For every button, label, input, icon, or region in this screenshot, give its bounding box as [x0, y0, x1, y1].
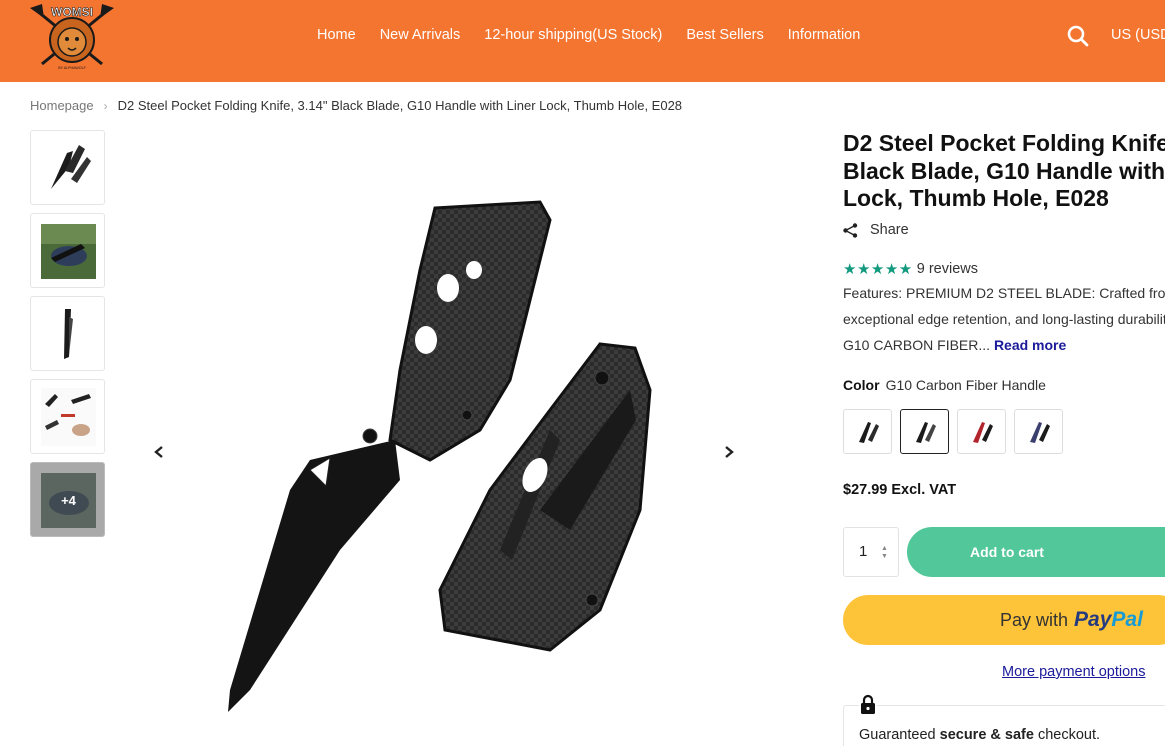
review-count: 9 reviews [916, 261, 978, 277]
quantity-value[interactable]: 1 [859, 543, 867, 560]
title-line-2: Black Blade, G10 Handle with [843, 157, 1165, 184]
add-to-cart-button[interactable]: Add to cart [907, 527, 1165, 577]
more-images-label: +4 [61, 493, 76, 508]
secure-suffix: checkout. [1033, 727, 1101, 743]
desc-line-2: exceptional edge retention, and long-las… [843, 311, 1165, 327]
breadcrumb: Homepage › D2 Steel Pocket Folding Knife… [30, 98, 682, 113]
product-description: Features: PREMIUM D2 STEEL BLADE: Crafte… [843, 280, 1165, 358]
star-rating-icon: ★★★★★ [843, 261, 913, 278]
color-swatches [843, 409, 1071, 454]
product-price: $27.99 Excl. VAT [843, 482, 957, 498]
main-nav: Home New Arrivals 12-hour shipping(US St… [317, 27, 884, 43]
search-icon[interactable] [1066, 24, 1090, 48]
nav-information[interactable]: Information [788, 27, 861, 43]
color-option-row: Color G10 Carbon Fiber Handle [843, 377, 1046, 393]
swatch-red[interactable] [957, 409, 1006, 454]
logo-subtext: BY ALPHAWOLF [58, 66, 86, 70]
swatch-black[interactable] [843, 409, 892, 454]
more-payment-options-link[interactable]: More payment options [1002, 664, 1145, 680]
thumbnail-2[interactable] [30, 213, 105, 288]
main-product-image[interactable] [130, 130, 760, 746]
paypal-prefix: Pay with [1000, 609, 1069, 630]
share-button[interactable]: Share [843, 222, 909, 238]
thumbnail-1[interactable] [30, 130, 105, 205]
nav-best-sellers[interactable]: Best Sellers [686, 27, 763, 43]
share-icon [843, 222, 858, 238]
thumbnail-4[interactable] [30, 379, 105, 454]
product-info: D2 Steel Pocket Folding Knife, Black Bla… [843, 130, 1165, 746]
swatch-g10-carbon-fiber[interactable] [900, 409, 949, 454]
womsi-logo[interactable]: WOMSI BY ALPHAWOLF [28, 2, 116, 72]
product-title: D2 Steel Pocket Folding Knife, Black Bla… [843, 130, 1165, 213]
paypal-logo-pay: Pay [1074, 608, 1112, 631]
secure-checkout-text: Guaranteed secure & safe checkout. [859, 727, 1100, 743]
swatch-blue[interactable] [1014, 409, 1063, 454]
secure-prefix: Guaranteed [859, 727, 940, 743]
desc-line-3-text: G10 CARBON FIBER... [843, 337, 991, 353]
stepper-arrows-icon[interactable]: ▲ ▼ [881, 545, 888, 561]
lock-icon [859, 694, 877, 716]
breadcrumb-home[interactable]: Homepage [30, 98, 94, 113]
thumbnail-more[interactable]: +4 [30, 462, 105, 537]
chevron-right-icon[interactable] [717, 440, 741, 464]
read-more-link[interactable]: Read more [994, 337, 1066, 353]
nav-12-hour-shipping[interactable]: 12-hour shipping(US Stock) [484, 27, 662, 43]
chevron-left-icon[interactable] [147, 440, 171, 464]
chevron-right-icon: › [103, 98, 108, 113]
secure-bold: secure & safe [939, 727, 1034, 743]
color-value: G10 Carbon Fiber Handle [885, 377, 1046, 393]
thumbnail-list: +4 [30, 130, 105, 545]
title-line-3: Lock, Thumb Hole, E028 [843, 185, 1109, 211]
quantity-stepper[interactable]: 1 ▲ ▼ [843, 527, 899, 577]
breadcrumb-current: D2 Steel Pocket Folding Knife, 3.14" Bla… [117, 98, 683, 113]
thumbnail-3[interactable] [30, 296, 105, 371]
region-selector[interactable]: US (USD [1111, 27, 1165, 43]
logo-text: WOMSI [51, 5, 93, 19]
nav-home[interactable]: Home [317, 27, 356, 43]
nav-new-arrivals[interactable]: New Arrivals [380, 27, 461, 43]
paypal-logo-pal: Pal [1111, 608, 1143, 631]
secure-checkout-box: Guaranteed secure & safe checkout. [843, 694, 1165, 746]
product-rating[interactable]: ★★★★★ 9 reviews [843, 260, 978, 278]
desc-line-3: G10 CARBON FIBER... Read more [843, 332, 1165, 358]
title-line-1: D2 Steel Pocket Folding Knife, [843, 130, 1165, 156]
desc-line-1: Features: PREMIUM D2 STEEL BLADE: Crafte… [843, 285, 1165, 301]
share-label: Share [870, 222, 909, 238]
color-label: Color [843, 377, 880, 393]
paypal-button[interactable]: Pay with Pay Pal [843, 595, 1165, 645]
site-header: WOMSI BY ALPHAWOLF Home New Arrivals 12-… [0, 0, 1165, 82]
